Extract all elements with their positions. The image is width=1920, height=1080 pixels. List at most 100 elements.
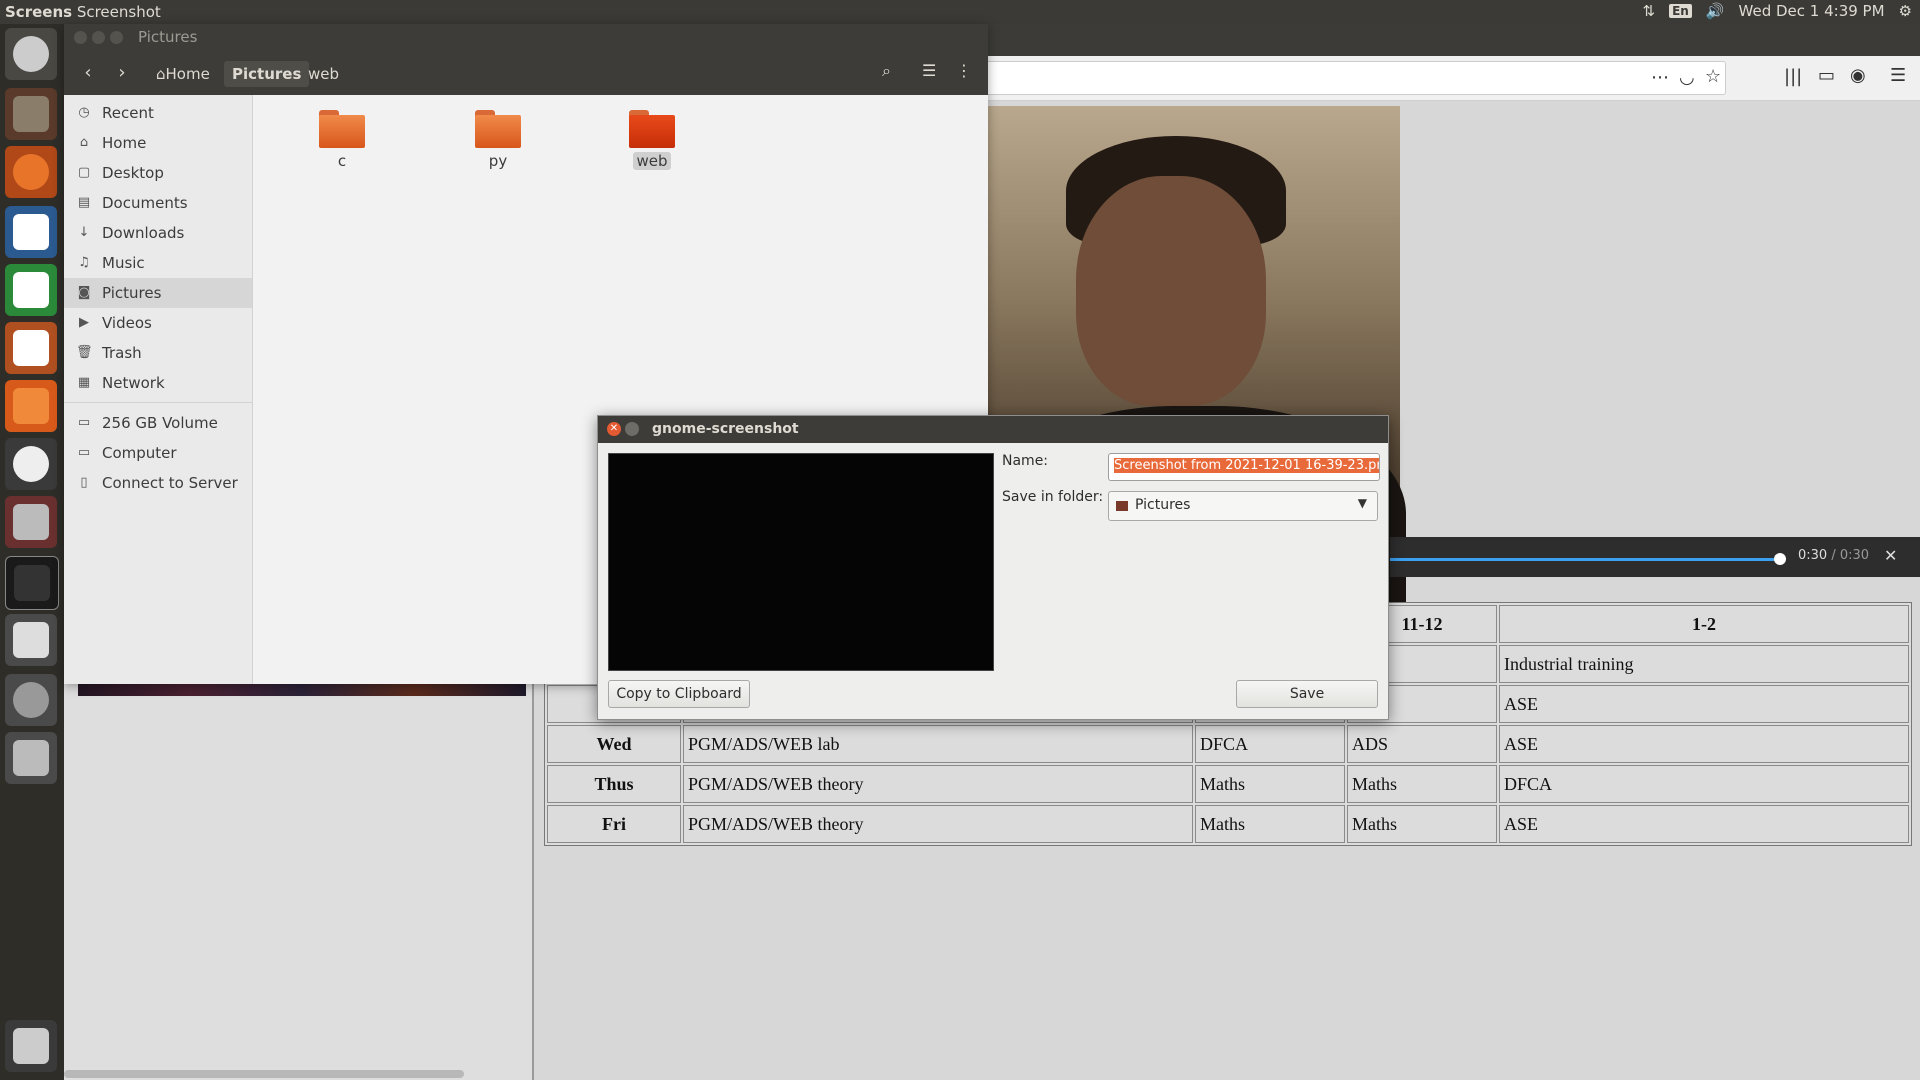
download-icon: ↓	[78, 225, 90, 240]
breadcrumb-pictures[interactable]: Pictures	[224, 61, 310, 87]
screenshot-preview	[608, 453, 994, 671]
table-cell: PGM/ADS/WEB theory	[683, 765, 1193, 803]
dialog-titlebar: ✕ gnome-screenshot	[598, 416, 1388, 443]
sidebar-icon[interactable]: ▭	[1818, 65, 1835, 86]
more-actions-icon[interactable]: ⋯	[1651, 67, 1669, 88]
document-icon: ▤	[77, 195, 91, 210]
sidebar-item-256gb-volume[interactable]: ▭ 256 GB Volume	[64, 408, 252, 438]
text-editor-launcher-icon[interactable]	[5, 614, 57, 666]
network-transfer-icon[interactable]: ⇅	[1643, 2, 1656, 20]
launcher	[0, 24, 64, 1080]
amazon-launcher-icon[interactable]	[5, 438, 57, 490]
minimize-window-button[interactable]	[92, 31, 105, 44]
folder-icon: ▢	[77, 165, 91, 180]
sidebar-item-connect-to-server[interactable]: ▯ Connect to Server	[64, 468, 252, 498]
maximize-window-button[interactable]	[110, 31, 123, 44]
filename-value: Screenshot from 2021-12-01 16-39-23.png	[1114, 458, 1379, 473]
breadcrumb-home[interactable]: ⌂Home	[148, 61, 218, 87]
horizontal-scrollbar[interactable]	[64, 1070, 464, 1078]
sidebar-item-home[interactable]: ⌂ Home	[64, 128, 252, 158]
account-icon[interactable]: ◉	[1850, 65, 1866, 86]
sidebar-item-videos[interactable]: ▶ Videos	[64, 308, 252, 338]
table-cell: PGM/ADS/WEB theory	[683, 805, 1193, 843]
impress-launcher-icon[interactable]	[5, 322, 57, 374]
screenshot-launcher-icon[interactable]	[5, 674, 57, 726]
home-icon: ⌂	[79, 135, 89, 150]
close-icon[interactable]: ✕	[607, 422, 621, 436]
table-cell: Maths	[1195, 765, 1345, 803]
sidebar-item-music[interactable]: ♫ Music	[64, 248, 252, 278]
table-cell: Maths	[1195, 805, 1345, 843]
list-view-icon[interactable]: ☰	[922, 61, 936, 80]
table-cell: DFCA	[1195, 725, 1345, 763]
screenshot-dialog: ✕ gnome-screenshot Name: Screenshot from…	[597, 415, 1389, 720]
bookmark-star-icon[interactable]: ☆	[1705, 66, 1721, 87]
sidebar-item-desktop[interactable]: ▢ Desktop	[64, 158, 252, 188]
hamburger-menu-icon[interactable]: ☰	[1890, 65, 1906, 86]
video-current-time: 0:30	[1798, 548, 1828, 563]
sidebar-item-downloads[interactable]: ↓ Downloads	[64, 218, 252, 248]
name-label: Name:	[1002, 453, 1049, 469]
seek-bar[interactable]	[1390, 558, 1780, 561]
save-folder-select[interactable]: Pictures ▼	[1108, 491, 1378, 521]
library-icon[interactable]: |||	[1784, 66, 1802, 87]
search-icon[interactable]: ⌕	[882, 61, 891, 81]
sidebar-item-trash[interactable]: 🗑 Trash	[64, 338, 252, 368]
ubuntu-dash-button[interactable]	[5, 28, 57, 80]
places-sidebar: ◷ Recent ⌂ Home ▢ Desktop ▤ Documents ↓ Downl…	[64, 95, 253, 684]
folder-icon	[475, 110, 521, 148]
calc-launcher-icon[interactable]	[5, 264, 57, 316]
save-folder-value: Pictures	[1135, 497, 1191, 513]
copy-to-clipboard-button[interactable]: Copy to Clipboard	[608, 680, 750, 708]
url-bar[interactable]: ⋯ ◡ ☆	[984, 61, 1726, 95]
writer-launcher-icon[interactable]	[5, 206, 57, 258]
gear-icon[interactable]: ⚙	[1899, 2, 1912, 20]
folder-item-web[interactable]: web	[602, 110, 702, 170]
folder-item-py[interactable]: py	[448, 110, 548, 170]
view-options-icon[interactable]: ⋮	[956, 61, 972, 80]
top-panel: Screens Screenshot ⇅ En 🔊 Wed Dec 1 4:39…	[0, 0, 1920, 24]
sidebar-item-computer[interactable]: ▭ Computer	[64, 438, 252, 468]
mute-icon[interactable]: ✕	[1884, 546, 1897, 565]
table-row: Fri PGM/ADS/WEB theory Maths Maths ASE	[547, 805, 1909, 843]
folder-item-c[interactable]: c	[292, 110, 392, 170]
firefox-launcher-icon[interactable]	[5, 146, 57, 198]
trash-icon: 🗑	[76, 345, 93, 360]
terminal-launcher-icon[interactable]	[5, 556, 59, 610]
datetime[interactable]: Wed Dec 1 4:39 PM	[1739, 2, 1885, 20]
camera-icon: ◙	[77, 285, 91, 300]
sidebar-item-network[interactable]: ▦ Network	[64, 368, 252, 398]
files-launcher-icon[interactable]	[5, 88, 57, 140]
table-header-cell: 1-2	[1499, 605, 1909, 643]
table-row: Wed PGM/ADS/WEB lab DFCA ADS ASE	[547, 725, 1909, 763]
filename-input[interactable]: Screenshot from 2021-12-01 16-39-23.png	[1108, 453, 1380, 481]
close-window-button[interactable]	[74, 31, 87, 44]
minimize-icon[interactable]	[625, 422, 639, 436]
keyboard-layout-indicator[interactable]: En	[1669, 4, 1692, 18]
chevron-down-icon: ▼	[1357, 496, 1367, 510]
video-icon: ▶	[79, 315, 89, 330]
pocket-icon[interactable]: ◡	[1679, 67, 1695, 88]
sidebar-item-documents[interactable]: ▤ Documents	[64, 188, 252, 218]
table-cell: Wed	[547, 725, 681, 763]
file-manager-title: Pictures	[138, 28, 198, 46]
back-button[interactable]: ‹	[74, 60, 102, 86]
volume-icon[interactable]: 🔊	[1706, 2, 1725, 20]
disks-launcher-icon[interactable]	[5, 732, 57, 784]
table-cell: ASE	[1499, 685, 1909, 723]
breadcrumb-web[interactable]: web	[300, 61, 347, 87]
system-settings-launcher-icon[interactable]	[5, 496, 57, 548]
file-manager-headerbar: Pictures ‹ › ⌂Home Pictures web ⌕ ☰ ⋮	[64, 24, 988, 95]
sidebar-item-pictures[interactable]: ◙ Pictures	[64, 278, 252, 308]
table-cell: Industrial training	[1499, 645, 1909, 683]
trash-launcher-icon[interactable]	[5, 1020, 57, 1072]
server-icon: ▯	[80, 475, 88, 490]
sidebar-item-recent[interactable]: ◷ Recent	[64, 98, 252, 128]
software-center-launcher-icon[interactable]	[5, 380, 57, 432]
video-time: 0:30 / 0:30	[1798, 548, 1869, 563]
window-title: Screens Screenshot	[5, 3, 161, 21]
table-cell: Maths	[1347, 805, 1497, 843]
forward-button[interactable]: ›	[108, 60, 136, 86]
seek-handle[interactable]	[1774, 553, 1786, 565]
save-button[interactable]: Save	[1236, 680, 1378, 708]
